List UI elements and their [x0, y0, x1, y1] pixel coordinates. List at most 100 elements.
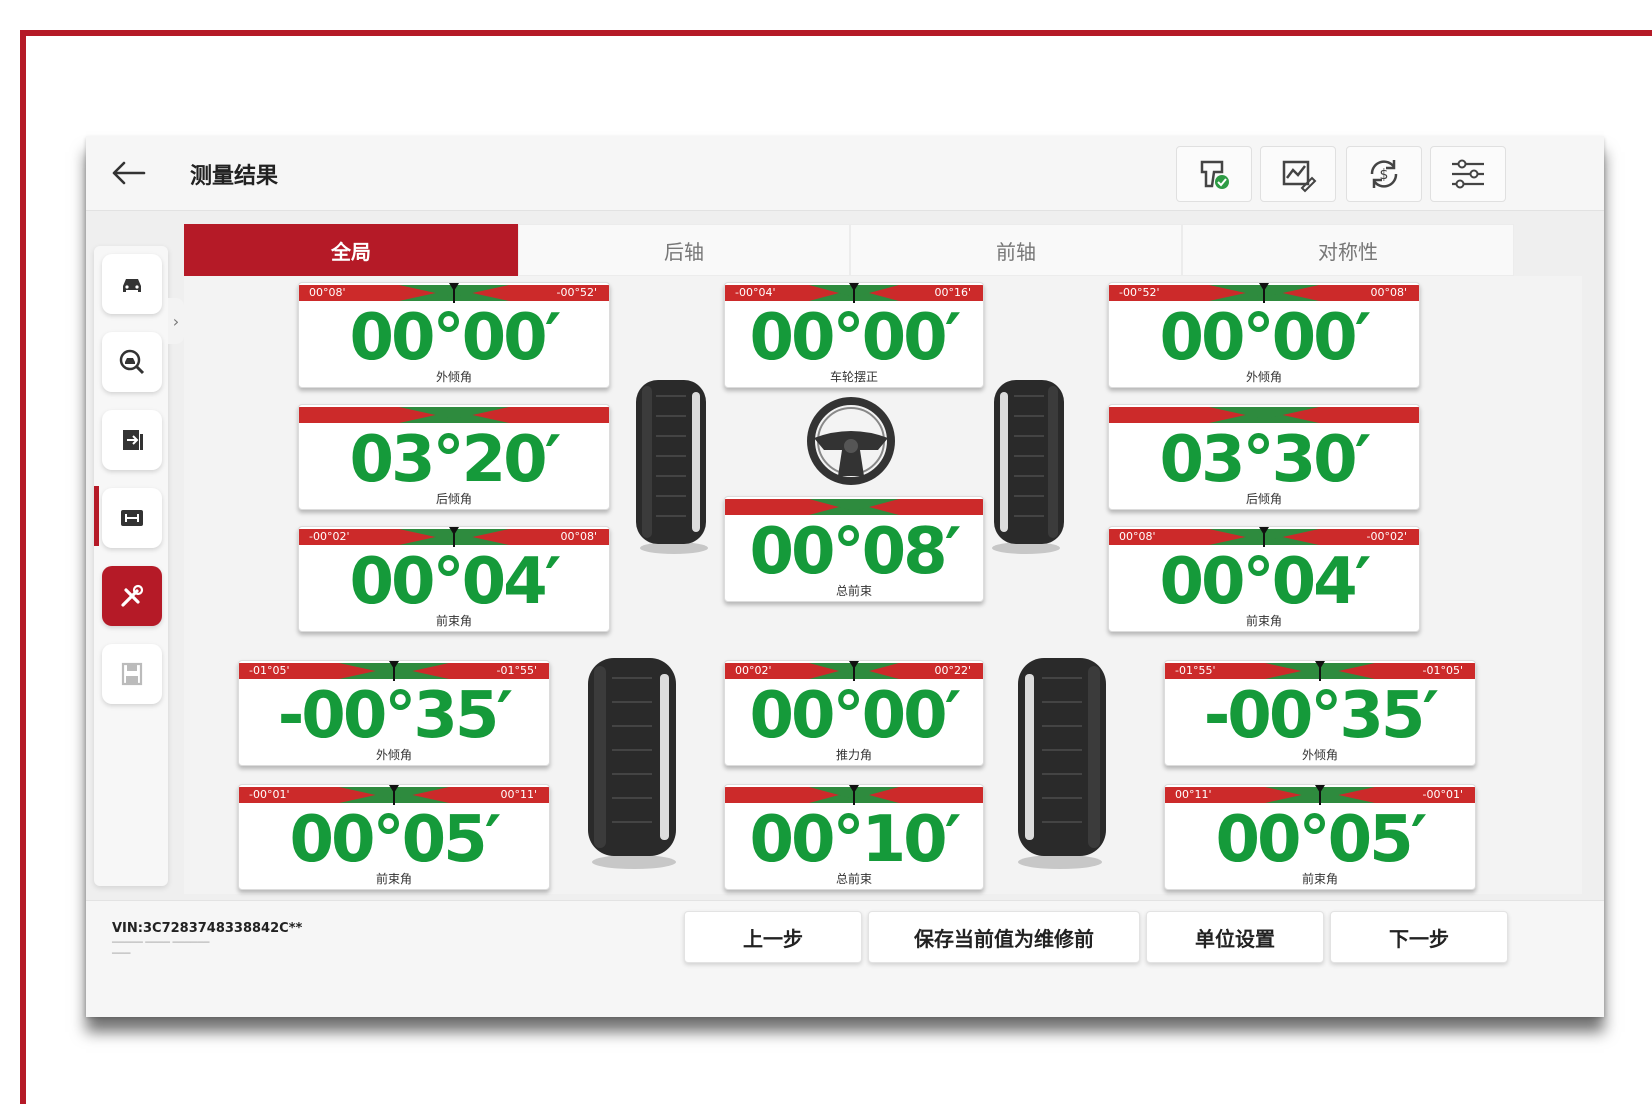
sync-button[interactable]: $ — [1346, 146, 1422, 202]
card-front-total-toe: 00°08′ 总前束 — [724, 496, 984, 602]
tolerance-min: -00°01' — [249, 788, 290, 801]
axle-icon — [121, 510, 143, 526]
tolerance-min: -01°55' — [1175, 664, 1216, 677]
save-as-before-repair-button[interactable]: 保存当前值为维修前 — [868, 911, 1140, 963]
measurement-value: -00°35′ — [1203, 679, 1440, 753]
app-window: 测量结果 $ › 全局 后轴 前轴 对称性 00°08' -00°52' 00°… — [86, 136, 1604, 1017]
unit-settings-button[interactable]: 单位设置 — [1146, 911, 1324, 963]
tolerance-min: 00°08' — [1119, 530, 1156, 543]
measurement-label: 外倾角 — [375, 748, 412, 762]
measurement-label: 前束角 — [435, 614, 472, 628]
measurement-value: 00°00′ — [1159, 301, 1372, 375]
active-indicator — [94, 486, 99, 546]
sidebar-item-vehicle[interactable] — [102, 254, 162, 314]
sidebar — [94, 246, 168, 886]
measurement-value: -00°35′ — [277, 679, 514, 753]
measurement-value: 00°00′ — [749, 301, 962, 375]
card-rear-left-toe: -00°01' 00°11' 00°05′ 前束角 — [238, 784, 550, 890]
tolerance-min: 00°02' — [735, 664, 772, 677]
sidebar-item-save[interactable] — [102, 644, 162, 704]
tolerance-min: 00°11' — [1175, 788, 1212, 801]
sidebar-item-adjust[interactable] — [102, 566, 162, 626]
header-bar: 测量结果 $ — [86, 136, 1604, 211]
export-icon — [123, 430, 143, 450]
measurement-value: 03°20′ — [349, 423, 562, 497]
measurement-value: 00°04′ — [349, 545, 562, 619]
tolerance-max: -00°52' — [556, 286, 598, 299]
card-front-left-caster: 03°20′ 后倾角 — [298, 404, 610, 510]
tire-front-left-icon — [636, 380, 708, 554]
tolerance-min: -00°02' — [309, 530, 350, 543]
sidebar-item-vehicle-search[interactable] — [102, 332, 162, 392]
arrow-left-icon — [112, 161, 146, 185]
sync-icon: $ — [1370, 160, 1398, 188]
tolerance-max: -00°02' — [1366, 530, 1408, 543]
steering-wheel-icon — [807, 397, 895, 485]
tab-rear-axle[interactable]: 后轴 — [518, 224, 850, 276]
tolerance-min: -01°05' — [249, 664, 290, 677]
page-title: 测量结果 — [190, 164, 279, 189]
measurement-label: 外倾角 — [1245, 370, 1282, 384]
tolerance-min: -00°04' — [735, 286, 776, 299]
chart-edit-button[interactable] — [1260, 146, 1336, 202]
tolerance-max: 00°16' — [934, 286, 971, 299]
card-front-right-toe: 00°08' -00°02' 00°04′ 前束角 — [1108, 526, 1420, 632]
frame-border-left — [20, 30, 26, 1104]
settings-sliders-icon — [1452, 159, 1484, 189]
measurement-label: 后倾角 — [435, 492, 472, 506]
chart-edit-icon — [1282, 160, 1317, 193]
measurement-label: 总前束 — [835, 872, 872, 886]
measurement-value: 00°00′ — [749, 679, 962, 753]
measurement-value: 00°04′ — [1159, 545, 1372, 619]
sidebar-item-export[interactable] — [102, 410, 162, 470]
car-icon — [123, 279, 141, 292]
vin-label: VIN:3C7283748338842C** — [112, 921, 303, 936]
tab-symmetry[interactable]: 对称性 — [1182, 224, 1514, 276]
tolerance-max: 00°22' — [934, 664, 971, 677]
measurement-label: 外倾角 — [1301, 748, 1338, 762]
card-rear-total-toe: 00°10′ 总前束 — [724, 784, 984, 890]
sidebar-expand-toggle[interactable]: › — [168, 298, 184, 344]
tab-bar: 全局 后轴 前轴 对称性 — [184, 224, 1582, 276]
svg-text:$: $ — [1380, 167, 1389, 183]
tolerance-max: 00°08' — [560, 530, 597, 543]
card-wheel-centering: -00°04' 00°16' 00°00′ 车轮摆正 — [724, 282, 984, 388]
tab-global[interactable]: 全局 — [184, 224, 518, 276]
footer-bar: VIN:3C7283748338842C** ▔▔▔▔▔ ▔▔▔▔ ▔▔▔▔▔▔… — [86, 900, 1604, 1017]
tolerance-max: -01°05' — [1422, 664, 1464, 677]
measurement-label: 外倾角 — [435, 370, 472, 384]
measurement-value: 00°05′ — [289, 803, 502, 877]
frame-border-top — [20, 30, 1652, 36]
tolerance-max: 00°08' — [1370, 286, 1407, 299]
settings-button[interactable] — [1430, 146, 1506, 202]
card-rear-right-toe: 00°11' -00°01' 00°05′ 前束角 — [1164, 784, 1476, 890]
measurement-label: 车轮摆正 — [829, 370, 878, 384]
measurement-label: 前束角 — [1301, 872, 1338, 886]
measurement-value: 03°30′ — [1159, 423, 1372, 497]
measurement-label: 推力角 — [835, 748, 872, 762]
tool-check-button[interactable] — [1176, 146, 1252, 202]
measurement-label: 前束角 — [1245, 614, 1282, 628]
card-rear-left-camber: -01°05' -01°55' -00°35′ 外倾角 — [238, 660, 550, 766]
tolerance-max: -01°55' — [496, 664, 538, 677]
card-front-right-caster: 03°30′ 后倾角 — [1108, 404, 1420, 510]
sidebar-item-axle[interactable] — [102, 488, 162, 548]
measurement-label: 后倾角 — [1245, 492, 1282, 506]
measurement-area: 00°08' -00°52' 00°00′ 外倾角 03°20′ 后倾角 -00… — [184, 276, 1582, 894]
next-step-button[interactable]: 下一步 — [1330, 911, 1508, 963]
card-rear-right-camber: -01°55' -01°05' -00°35′ 外倾角 — [1164, 660, 1476, 766]
vin-details-faint: ▔▔▔▔▔ ▔▔▔▔ ▔▔▔▔▔▔ ▔▔▔ — [112, 942, 210, 962]
measurement-value: 00°00′ — [349, 301, 562, 375]
tool-check-icon — [1200, 160, 1229, 189]
wrench-tools-icon — [121, 584, 144, 607]
back-button[interactable] — [106, 156, 150, 190]
card-front-left-toe: -00°02' 00°08' 00°04′ 前束角 — [298, 526, 610, 632]
card-front-left-camber: 00°08' -00°52' 00°00′ 外倾角 — [298, 282, 610, 388]
measurement-label: 前束角 — [375, 872, 412, 886]
tire-front-right-icon — [992, 380, 1064, 554]
card-thrust-angle: 00°02' 00°22' 00°00′ 推力角 — [724, 660, 984, 766]
tab-front-axle[interactable]: 前轴 — [850, 224, 1182, 276]
previous-step-button[interactable]: 上一步 — [684, 911, 862, 963]
tolerance-max: -00°01' — [1422, 788, 1464, 801]
tolerance-max: 00°11' — [500, 788, 537, 801]
